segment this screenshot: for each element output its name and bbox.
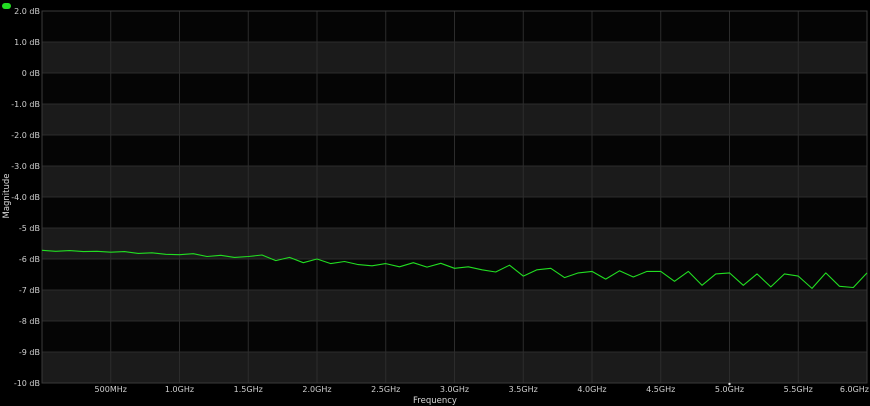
x-tick-label: 4.0GHz (577, 385, 606, 394)
x-axis-marker (728, 382, 731, 386)
x-tick-label: 2.5GHz (371, 385, 400, 394)
y-tick-label: -4.0 dB (11, 193, 40, 202)
chart: 500MHz 1.0GHz 1.5GHz 2.0GHz 2.5GHz 3.0GHz 3.5G… (2, 7, 869, 406)
x-tick-label: 2.0GHz (302, 385, 331, 394)
y-tick-label: -5 dB (19, 224, 40, 233)
x-tick-label: 1.0GHz (165, 385, 194, 394)
y-axis-title: Magnitude (2, 173, 12, 218)
x-tick-label: 5.5GHz (784, 385, 813, 394)
x-tick-label: 4.5GHz (646, 385, 675, 394)
x-tick-label: 1.5GHz (234, 385, 263, 394)
y-tick-label: -8 dB (19, 317, 40, 326)
x-tick-label: 500MHz (95, 385, 127, 394)
y-tick-label: 1.0 dB (14, 38, 40, 47)
y-tick-label: -10 dB (14, 379, 40, 388)
x-tick-label: 3.0GHz (440, 385, 469, 394)
y-tick-label: -9 dB (19, 348, 40, 357)
x-axis-title: Frequency (413, 396, 457, 406)
x-axis-ticks: 500MHz 1.0GHz 1.5GHz 2.0GHz 2.5GHz 3.0GHz 3.5G… (95, 382, 869, 394)
y-tick-label: -7 dB (19, 286, 40, 295)
x-tick-label: 3.5GHz (509, 385, 538, 394)
x-tick-label: 5.0GHz (715, 385, 744, 394)
y-tick-label: 2.0 dB (14, 7, 40, 16)
y-tick-label: -1.0 dB (11, 100, 40, 109)
y-tick-label: -3.0 dB (11, 162, 40, 171)
y-tick-label: 0 dB (22, 69, 40, 78)
y-axis-ticks: 2.0 dB 1.0 dB 0 dB -1.0 dB -2.0 dB -3.0 dB -4.… (11, 7, 40, 388)
x-tick-label: 6.0GHz (840, 385, 869, 394)
y-tick-label: -2.0 dB (11, 131, 40, 140)
y-tick-label: -6 dB (19, 255, 40, 264)
